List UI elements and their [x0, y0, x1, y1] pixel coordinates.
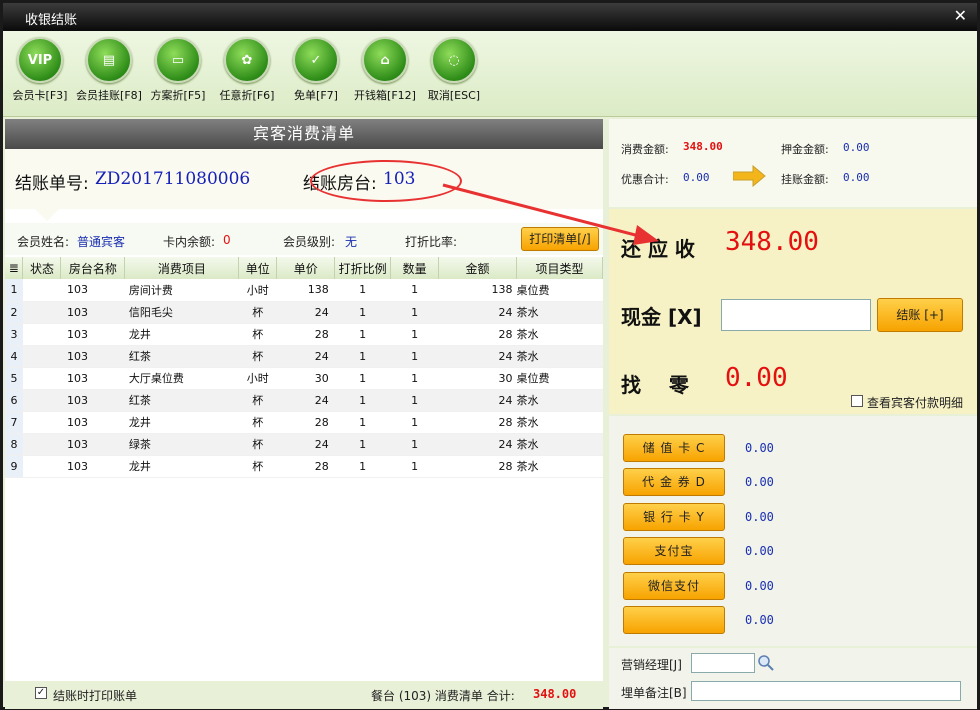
cashbox-icon: ⌂	[362, 37, 408, 83]
settle-button[interactable]: 结账 [+]	[877, 298, 963, 332]
table-row[interactable]: 1 103 房间计费 小时 138 1 1 138 桌位费	[5, 279, 603, 302]
member-level-value: 无	[345, 235, 358, 249]
toolbar-label: 会员挂账[F8]	[76, 89, 142, 102]
bill-no-value: ZD201711080006	[95, 169, 251, 189]
print-on-checkout-label: 结账时打印账单	[53, 689, 138, 703]
free-bill-button[interactable]: ✓ 免单[F7]	[279, 37, 353, 103]
manager-input[interactable]	[691, 653, 755, 673]
remark-input[interactable]	[691, 681, 961, 701]
title-bar: 收银结账 ✕	[3, 3, 977, 31]
toolbar-label: 取消[ESC]	[427, 89, 481, 102]
member-card-button[interactable]: VIP 会员卡[F3]	[3, 37, 77, 103]
toolbar-label: 方案折[F5]	[150, 89, 206, 102]
toolbar-label: 会员卡[F3]	[12, 89, 68, 102]
pointer-notch	[33, 207, 61, 221]
cash-input[interactable]	[721, 299, 871, 331]
table-row[interactable]: 7 103 龙井杯 28 1 1 28 茶水	[5, 411, 603, 434]
table-row[interactable]: 6 103 红茶杯 24 1 1 24 茶水	[5, 389, 603, 412]
bill-header: 宾客消费清单	[5, 119, 603, 149]
col-price[interactable]: 单价	[276, 257, 336, 279]
bill-footer: ✓ 结账时打印账单 餐台 (103) 消费清单 合计: 348.00	[5, 681, 603, 709]
table-row[interactable]: 3 103 龙井杯 28 1 1 28 茶水	[5, 323, 603, 346]
document-icon: ▤	[86, 37, 132, 83]
flower-icon: ✿	[224, 37, 270, 83]
extra-payment-button[interactable]	[623, 606, 725, 634]
payment-methods: 储 值 卡 C 0.00 代 金 券 D 0.00 银 行 卡 Y 0.00 支…	[609, 416, 977, 646]
payment-detail-checkbox[interactable]	[851, 395, 863, 407]
window-title: 收银结账	[25, 13, 78, 28]
table-row[interactable]: 2 103 信阳毛尖杯 24 1 1 24 茶水	[5, 301, 603, 324]
alipay-amount: 0.00	[745, 544, 774, 558]
stored-value-card-amount: 0.00	[745, 441, 774, 455]
cash-label: 现金 [X]	[621, 305, 702, 329]
card-balance-label: 卡内余额:	[163, 235, 216, 249]
cancel-button[interactable]: ◌ 取消[ESC]	[417, 37, 491, 103]
col-status[interactable]: 状态	[22, 257, 62, 279]
wechat-pay-amount: 0.00	[745, 579, 774, 593]
arrow-right-icon	[733, 165, 766, 187]
toolbar-label: 开钱箱[F12]	[354, 89, 416, 102]
member-credit-button[interactable]: ▤ 会员挂账[F8]	[72, 37, 146, 103]
wechat-pay-button[interactable]: 微信支付	[623, 572, 725, 600]
consume-value: 348.00	[683, 140, 723, 153]
table-row[interactable]: 8 103 绿茶杯 24 1 1 24 茶水	[5, 433, 603, 456]
change-value: 0.00	[725, 363, 788, 393]
footer-summary: 餐台 (103) 消费清单 合计:	[371, 689, 515, 703]
table-row[interactable]: 4 103 红茶杯 24 1 1 24 茶水	[5, 345, 603, 368]
member-level-label: 会员级别:	[283, 235, 336, 249]
extra-payment-amount: 0.00	[745, 613, 774, 627]
bill-meta: 营销经理[J] 埋单备注[B]	[609, 648, 977, 709]
grid-menu-icon[interactable]: ≣	[5, 257, 24, 279]
deposit-value: 0.00	[843, 141, 870, 154]
col-item[interactable]: 消费项目	[124, 257, 240, 279]
consume-label: 消费金额:	[621, 143, 669, 156]
card-balance-value: 0	[223, 233, 231, 247]
onaccount-value: 0.00	[843, 171, 870, 184]
remark-label: 埋单备注[B]	[621, 686, 687, 700]
col-qty[interactable]: 数量	[390, 257, 440, 279]
cancel-icon: ◌	[431, 37, 477, 83]
bank-card-button[interactable]: 银 行 卡 Y	[623, 503, 725, 531]
deposit-label: 押金金额:	[781, 143, 829, 156]
table-row[interactable]: 5 103 大厅桌位费 小时 30 1 1 30 桌位费	[5, 367, 603, 390]
alipay-button[interactable]: 支付宝	[623, 537, 725, 565]
bill-no-label: 结账单号:	[15, 174, 89, 194]
member-name-value: 普通宾客	[77, 235, 126, 249]
voucher-button[interactable]: 代 金 券 D	[623, 468, 725, 496]
voucher-amount: 0.00	[745, 475, 774, 489]
print-on-checkout-checkbox[interactable]: ✓	[35, 687, 47, 699]
member-name-label: 会员姓名:	[17, 235, 70, 249]
onaccount-label: 挂账金额:	[781, 173, 829, 186]
change-label: 找 零	[621, 373, 689, 397]
open-cashbox-button[interactable]: ⌂ 开钱箱[F12]	[348, 37, 422, 103]
col-room[interactable]: 房台名称	[60, 257, 126, 279]
manager-label: 营销经理[J]	[621, 658, 682, 672]
table-row[interactable]: 9 103 龙井杯 28 1 1 28 茶水	[5, 455, 603, 478]
toolbar-label: 任意折[F6]	[219, 89, 275, 102]
payment-detail-label: 查看宾客付款明细	[867, 396, 964, 410]
col-discount[interactable]: 打折比例	[334, 257, 392, 279]
search-icon[interactable]	[757, 654, 775, 672]
custom-discount-button[interactable]: ✿ 任意折[F6]	[210, 37, 284, 103]
checkmark-icon: ✓	[293, 37, 339, 83]
close-icon[interactable]: ✕	[954, 6, 967, 25]
window-icon: ▭	[155, 37, 201, 83]
receivable-value: 348.00	[725, 227, 819, 257]
annotation-arrow	[442, 183, 659, 245]
stored-value-card-button[interactable]: 储 值 卡 C	[623, 434, 725, 462]
bank-card-amount: 0.00	[745, 510, 774, 524]
toolbar: VIP 会员卡[F3] ▤ 会员挂账[F8] ▭ 方案折[F5] ✿ 任意折[F…	[3, 31, 977, 117]
consumption-grid: ≣ 状态 房台名称 消费项目 单位 单价 打折比例 数量 金额 项目类型 1 10…	[5, 257, 603, 478]
col-amount[interactable]: 金额	[438, 257, 518, 279]
toolbar-label: 免单[F7]	[294, 89, 338, 102]
plan-discount-button[interactable]: ▭ 方案折[F5]	[141, 37, 215, 103]
footer-total: 348.00	[533, 687, 577, 701]
col-type[interactable]: 项目类型	[516, 257, 603, 279]
col-unit[interactable]: 单位	[238, 257, 278, 279]
vip-icon: VIP	[17, 37, 63, 83]
checkout-window: 收银结账 ✕ VIP 会员卡[F3] ▤ 会员挂账[F8] ▭ 方案折[F5] …	[0, 0, 980, 710]
